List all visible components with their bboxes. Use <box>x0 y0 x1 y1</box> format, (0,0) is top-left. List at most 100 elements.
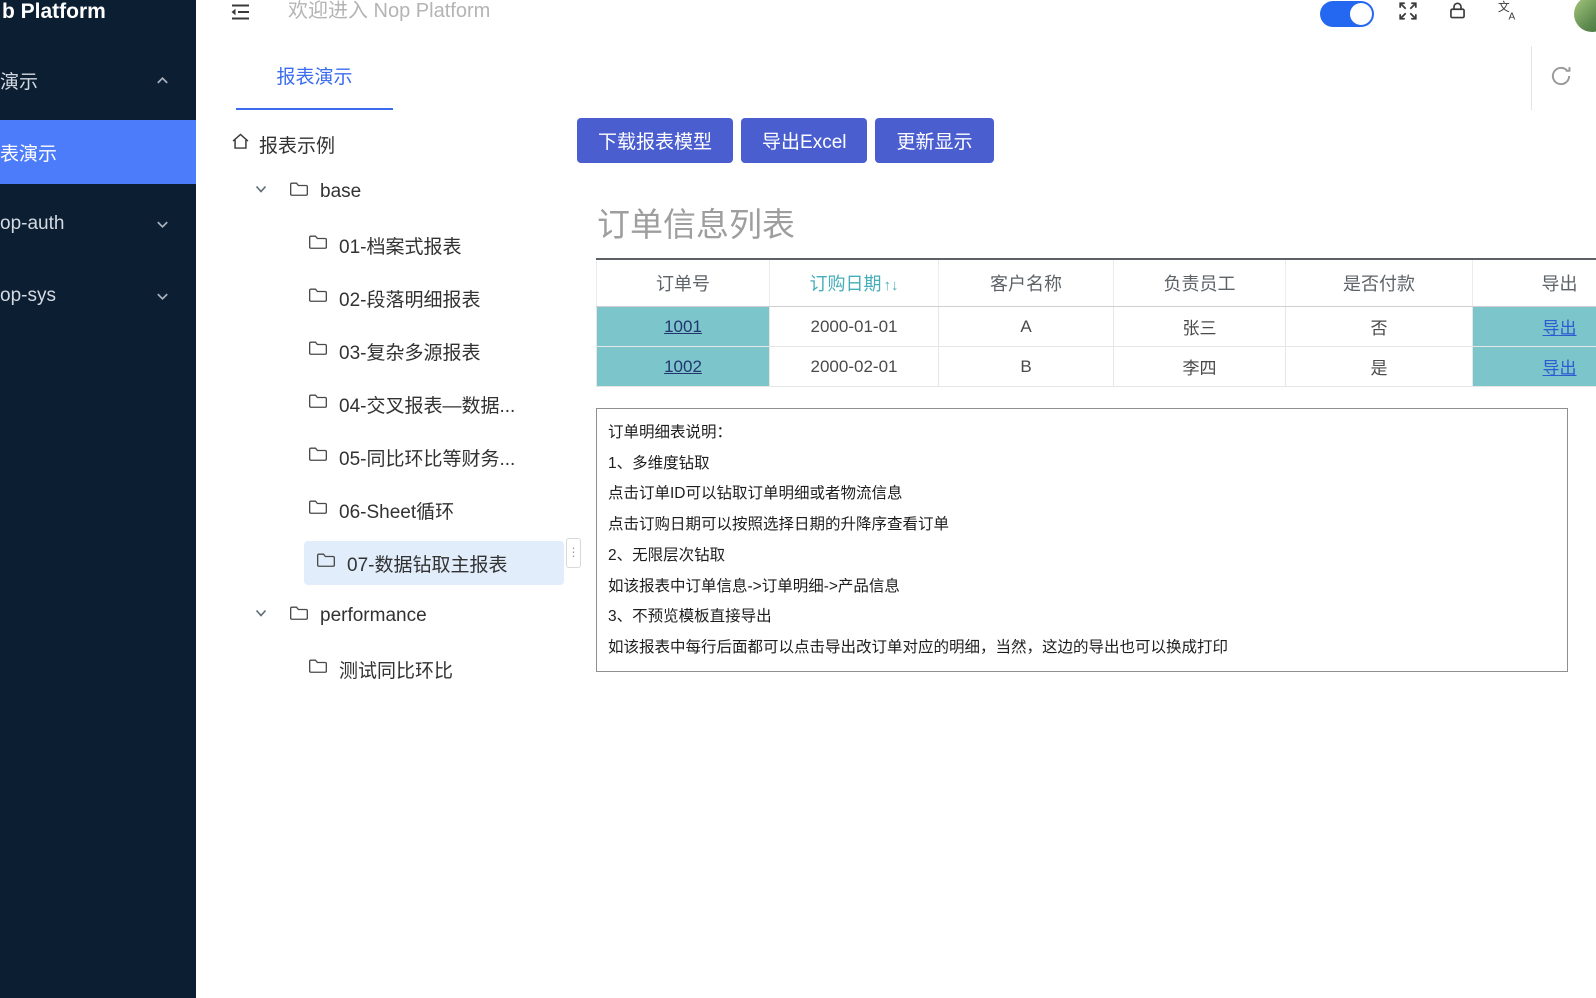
svg-text:A: A <box>1508 11 1515 22</box>
folder-icon <box>308 657 328 681</box>
chevron-down-icon[interactable] <box>253 605 269 627</box>
sidebar-item-report-demo[interactable]: 表演示 <box>0 120 196 184</box>
order-table: 订单号 订购日期 ↑↓ 客户名称 负责员工 是否付款 导出 1001 2000-0… <box>596 258 1596 387</box>
report-title: 订单信息列表 <box>597 206 795 243</box>
export-excel-button[interactable]: 导出Excel <box>741 118 868 163</box>
export-cell: 导出 <box>1472 306 1596 347</box>
theme-toggle[interactable] <box>1320 1 1374 27</box>
folder-icon <box>308 286 328 310</box>
main-content: 下载报表模型 导出Excel 更新显示 订单信息列表 订单号 订购日期 ↑↓ 客户… <box>575 110 1596 998</box>
sidebar-item-demo[interactable]: 演示 <box>0 48 196 112</box>
download-report-model-button[interactable]: 下载报表模型 <box>577 118 734 163</box>
sort-icon[interactable]: ↑↓ <box>884 277 899 294</box>
sidebar-item-label: op-sys <box>0 285 56 306</box>
tree-node-05[interactable]: 05-同比环比等财务... <box>308 435 515 479</box>
description-line: 1、多维度钻取 <box>608 454 710 472</box>
employee-cell: 李四 <box>1113 346 1286 387</box>
folder-icon <box>289 180 309 204</box>
report-tree-panel: 报表示例 base 01-档案式报表 02-段落明细报表 03-复杂多源报表 0… <box>196 110 581 998</box>
description-line: 2、无限层次钻取 <box>608 546 726 564</box>
tree-node-07-selected[interactable]: 07-数据钻取主报表 <box>304 541 564 585</box>
sidebar-item-nop-sys[interactable]: op-sys <box>0 264 196 328</box>
col-export: 导出 <box>1472 259 1596 307</box>
description-line: 3、不预览模板直接导出 <box>608 608 772 626</box>
sidebar-item-label: 表演示 <box>0 143 58 165</box>
tree-node-label: base <box>320 181 362 202</box>
app-title: b Platform <box>2 0 106 23</box>
employee-cell: 张三 <box>1113 306 1286 347</box>
tree-node-label: performance <box>320 605 427 626</box>
tree-node-label: 03-复杂多源报表 <box>339 342 481 364</box>
paid-cell: 否 <box>1285 306 1473 347</box>
tree-node-base[interactable]: base <box>253 170 361 214</box>
tree-root[interactable]: 报表示例 <box>230 122 335 166</box>
export-row-link[interactable]: 导出 <box>1543 359 1577 378</box>
col-employee: 负责员工 <box>1113 259 1286 307</box>
order-date-cell: 2000-01-01 <box>769 306 939 347</box>
toggle-knob <box>1350 3 1372 25</box>
col-customer: 客户名称 <box>938 259 1114 307</box>
lock-icon[interactable] <box>1447 0 1469 22</box>
tab-bar: 报表演示 <box>196 46 1596 111</box>
tree-node-03[interactable]: 03-复杂多源报表 <box>308 329 480 373</box>
tree-node-06[interactable]: 06-Sheet循环 <box>308 488 454 532</box>
refresh-icon[interactable] <box>1548 63 1574 89</box>
tree-node-label: 04-交叉报表—数据... <box>339 395 516 417</box>
col-order-date-sortable[interactable]: 订购日期 ↑↓ <box>769 259 939 307</box>
sidebar-item-label: op-auth <box>0 213 65 234</box>
paid-cell: 是 <box>1285 346 1473 387</box>
customer-cell: A <box>938 306 1114 347</box>
tree-node-02[interactable]: 02-段落明细报表 <box>308 276 480 320</box>
col-order-date-label: 订购日期 <box>809 274 882 294</box>
tree-node-label: 06-Sheet循环 <box>339 501 455 523</box>
collapse-sidebar-icon[interactable] <box>228 0 252 24</box>
sidebar-item-nop-auth[interactable]: op-auth <box>0 192 196 256</box>
order-id-cell: 1001 <box>596 306 770 347</box>
description-line: 点击订购日期可以按照选择日期的升降序查看订单 <box>608 516 950 534</box>
tree-node-label: 07-数据钻取主报表 <box>347 554 508 576</box>
description-line: 如该报表中每行后面都可以点击导出改订单对应的明细，当然，这边的导出也可以换成打印 <box>608 638 1229 656</box>
welcome-text: 欢迎进入 Nop Platform <box>288 0 491 22</box>
tree-node-01[interactable]: 01-档案式报表 <box>308 223 461 267</box>
chevron-down-icon[interactable] <box>253 181 269 203</box>
tree-node-04[interactable]: 04-交叉报表—数据... <box>308 382 515 426</box>
table-header-row: 订单号 订购日期 ↑↓ 客户名称 负责员工 是否付款 导出 <box>596 259 1596 307</box>
order-id-link[interactable]: 1001 <box>664 317 702 336</box>
folder-icon <box>308 392 328 416</box>
sidebar: b Platform 演示 表演示 op-auth op-sys <box>0 0 196 998</box>
tree-node-label: 测试同比环比 <box>339 660 454 682</box>
folder-icon <box>308 339 328 363</box>
tree-node-label: 02-段落明细报表 <box>339 289 481 311</box>
tree-node-performance[interactable]: performance <box>253 594 427 638</box>
export-cell: 导出 <box>1472 346 1596 387</box>
tree-root-label: 报表示例 <box>259 135 336 157</box>
tree-node-test-yoy[interactable]: 测试同比环比 <box>308 647 453 691</box>
order-date-cell: 2000-02-01 <box>769 346 939 387</box>
table-row: 1001 2000-01-01 A 张三 否 导出 <box>596 306 1596 347</box>
table-row: 1002 2000-02-01 B 李四 是 导出 <box>596 346 1596 387</box>
report-description-box: 订单明细表说明： 1、多维度钻取 点击订单ID可以钻取订单明细或者物流信息 点击… <box>596 408 1568 672</box>
tree-node-label: 01-档案式报表 <box>339 236 462 258</box>
chevron-up-icon <box>155 72 170 94</box>
col-paid: 是否付款 <box>1285 259 1473 307</box>
refresh-display-button[interactable]: 更新显示 <box>875 118 994 163</box>
folder-icon <box>308 233 328 257</box>
export-row-link[interactable]: 导出 <box>1543 319 1577 338</box>
description-line: 如该报表中订单信息->订单明细->产品信息 <box>608 577 900 595</box>
folder-icon <box>308 498 328 522</box>
folder-icon <box>316 551 336 575</box>
description-line: 订单明细表说明： <box>608 424 733 441</box>
translate-icon[interactable]: 文A <box>1497 0 1519 22</box>
sidebar-item-label: 演示 <box>0 71 39 93</box>
app-root: b Platform 演示 表演示 op-auth op-sys 欢迎进入 No… <box>0 0 1596 998</box>
fullscreen-icon[interactable] <box>1397 0 1419 22</box>
tree-node-label: 05-同比环比等财务... <box>339 448 516 470</box>
order-id-link[interactable]: 1002 <box>664 357 702 376</box>
tab-report-demo[interactable]: 报表演示 <box>236 46 393 109</box>
folder-icon <box>308 445 328 469</box>
chevron-down-icon <box>155 288 170 310</box>
avatar[interactable] <box>1574 0 1596 32</box>
panel-resizer-handle[interactable]: ⋮ <box>566 538 581 568</box>
chevron-down-icon <box>155 216 170 238</box>
tab-bar-divider <box>1531 46 1532 110</box>
